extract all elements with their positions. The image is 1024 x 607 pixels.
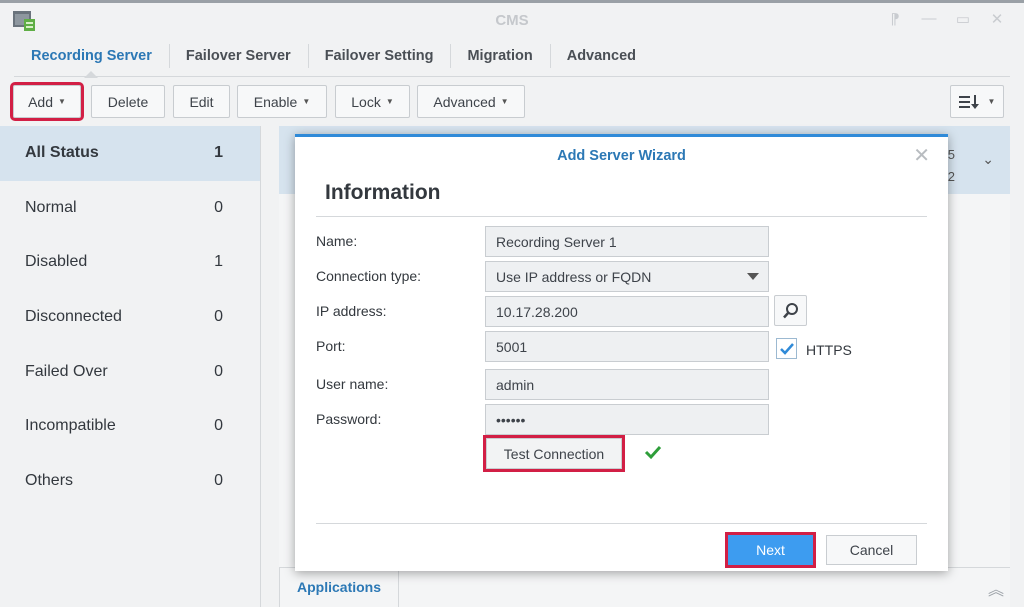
divider bbox=[316, 523, 927, 524]
server-row-values: 5 2 bbox=[948, 144, 955, 188]
caret-down-icon: ▼ bbox=[385, 97, 394, 106]
port-field[interactable]: 5001 bbox=[485, 331, 769, 362]
dialog-heading: Information bbox=[325, 181, 441, 204]
sidebar-item-label: Disabled bbox=[25, 253, 88, 271]
enable-button[interactable]: Enable ▼ bbox=[237, 85, 327, 118]
sidebar-item-label: Others bbox=[25, 471, 74, 489]
tab-recording-server[interactable]: Recording Server bbox=[14, 39, 169, 78]
port-value: 5001 bbox=[496, 338, 528, 355]
lock-button-label: Lock bbox=[351, 93, 381, 110]
list-sort-icon bbox=[958, 94, 979, 109]
name-label: Name: bbox=[316, 233, 358, 249]
https-checkbox[interactable] bbox=[776, 338, 797, 359]
success-check-icon bbox=[644, 445, 662, 460]
caret-down-icon: ▼ bbox=[58, 97, 66, 106]
test-connection-button[interactable]: Test Connection bbox=[483, 435, 625, 472]
username-label: User name: bbox=[316, 376, 389, 392]
server-row-value: 2 bbox=[947, 169, 955, 184]
username-value: admin bbox=[496, 376, 535, 393]
close-icon[interactable]: ✕ bbox=[913, 143, 930, 168]
sidebar-item-label: Disconnected bbox=[25, 308, 122, 326]
sort-view-button[interactable]: ▼ bbox=[950, 85, 1004, 118]
title-bar: CMS ⁋ — ▭ ✕ bbox=[0, 3, 1024, 39]
status-sidebar: All Status 1 Normal 0 Disabled 1 Disconn… bbox=[0, 126, 261, 607]
enable-button-label: Enable bbox=[253, 93, 298, 110]
toolbar: Add ▼ Delete Edit Enable ▼ Lock ▼ Advanc… bbox=[10, 82, 1010, 121]
tab-applications[interactable]: Applications bbox=[279, 568, 400, 607]
sidebar-item-count: 1 bbox=[214, 144, 223, 162]
sidebar-item-disabled[interactable]: Disabled 1 bbox=[0, 235, 260, 290]
connection-type-label: Connection type: bbox=[316, 268, 422, 284]
password-field[interactable]: •••••• bbox=[485, 404, 769, 435]
name-value: Recording Server 1 bbox=[496, 233, 617, 250]
maximize-icon[interactable]: ▭ bbox=[954, 10, 972, 28]
cancel-button[interactable]: Cancel bbox=[826, 535, 917, 565]
sidebar-item-count: 0 bbox=[214, 308, 223, 326]
caret-down-icon: ▼ bbox=[500, 97, 509, 106]
sidebar-item-incompatible[interactable]: Incompatible 0 bbox=[0, 399, 260, 454]
sidebar-item-label: Normal bbox=[25, 198, 77, 216]
minimize-icon[interactable]: — bbox=[920, 10, 938, 28]
expand-chevron-icon[interactable]: ⌄ bbox=[982, 151, 994, 168]
port-label: Port: bbox=[316, 338, 346, 354]
next-button[interactable]: Next bbox=[725, 532, 816, 568]
edit-button[interactable]: Edit bbox=[173, 85, 230, 118]
window-controls: ⁋ — ▭ ✕ bbox=[886, 10, 1006, 28]
sidebar-item-label: Failed Over bbox=[25, 362, 108, 380]
https-label: HTTPS bbox=[806, 342, 852, 358]
password-value: •••••• bbox=[496, 411, 526, 428]
checkmark-icon bbox=[779, 342, 794, 355]
pin-icon[interactable]: ⁋ bbox=[886, 10, 904, 28]
search-server-button[interactable] bbox=[774, 295, 807, 326]
main-tabs: Recording Server Failover Server Failove… bbox=[14, 39, 1010, 78]
close-window-icon[interactable]: ✕ bbox=[988, 10, 1006, 28]
tab-migration[interactable]: Migration bbox=[450, 39, 549, 73]
search-icon bbox=[782, 302, 798, 318]
connection-type-value: Use IP address or FQDN bbox=[496, 268, 652, 285]
sidebar-item-count: 1 bbox=[214, 253, 223, 271]
add-button-label: Add bbox=[28, 93, 53, 110]
dropdown-arrow-icon bbox=[747, 273, 759, 280]
password-label: Password: bbox=[316, 411, 382, 427]
dialog-title: Add Server Wizard bbox=[557, 148, 686, 164]
advanced-button-label: Advanced bbox=[433, 93, 496, 110]
sidebar-item-count: 0 bbox=[214, 198, 223, 216]
ip-address-label: IP address: bbox=[316, 303, 387, 319]
sidebar-item-failed-over[interactable]: Failed Over 0 bbox=[0, 344, 260, 399]
lock-button[interactable]: Lock ▼ bbox=[335, 85, 410, 118]
sidebar-item-others[interactable]: Others 0 bbox=[0, 454, 260, 509]
sidebar-item-disconnected[interactable]: Disconnected 0 bbox=[0, 290, 260, 345]
add-button[interactable]: Add ▼ bbox=[10, 82, 84, 121]
sidebar-item-all-status[interactable]: All Status 1 bbox=[0, 126, 260, 181]
tab-failover-setting[interactable]: Failover Setting bbox=[307, 39, 451, 73]
sidebar-item-normal[interactable]: Normal 0 bbox=[0, 181, 260, 236]
caret-down-icon: ▼ bbox=[302, 97, 311, 106]
divider bbox=[316, 216, 927, 217]
ip-address-field[interactable]: 10.17.28.200 bbox=[485, 296, 769, 327]
collapse-up-icon[interactable]: ︽ bbox=[988, 576, 1004, 600]
name-field[interactable]: Recording Server 1 bbox=[485, 226, 769, 257]
connection-type-select[interactable]: Use IP address or FQDN bbox=[485, 261, 769, 292]
username-field[interactable]: admin bbox=[485, 369, 769, 400]
server-row-value: 5 bbox=[947, 147, 955, 162]
bottom-tab-bar: Applications ︽ bbox=[279, 567, 1010, 607]
caret-down-icon: ▼ bbox=[987, 97, 996, 106]
window-title: CMS bbox=[495, 12, 529, 29]
add-server-wizard-dialog: Add Server Wizard ✕ Information Name: Re… bbox=[295, 134, 948, 571]
delete-button[interactable]: Delete bbox=[91, 85, 165, 118]
sidebar-item-label: All Status bbox=[25, 144, 99, 162]
tab-advanced[interactable]: Advanced bbox=[549, 39, 653, 73]
sidebar-item-label: Incompatible bbox=[25, 417, 116, 435]
advanced-button[interactable]: Advanced ▼ bbox=[417, 85, 525, 118]
sidebar-item-count: 0 bbox=[214, 471, 223, 489]
sidebar-item-count: 0 bbox=[214, 417, 223, 435]
tab-failover-server[interactable]: Failover Server bbox=[168, 39, 308, 73]
ip-address-value: 10.17.28.200 bbox=[496, 303, 578, 320]
sidebar-item-count: 0 bbox=[214, 362, 223, 380]
